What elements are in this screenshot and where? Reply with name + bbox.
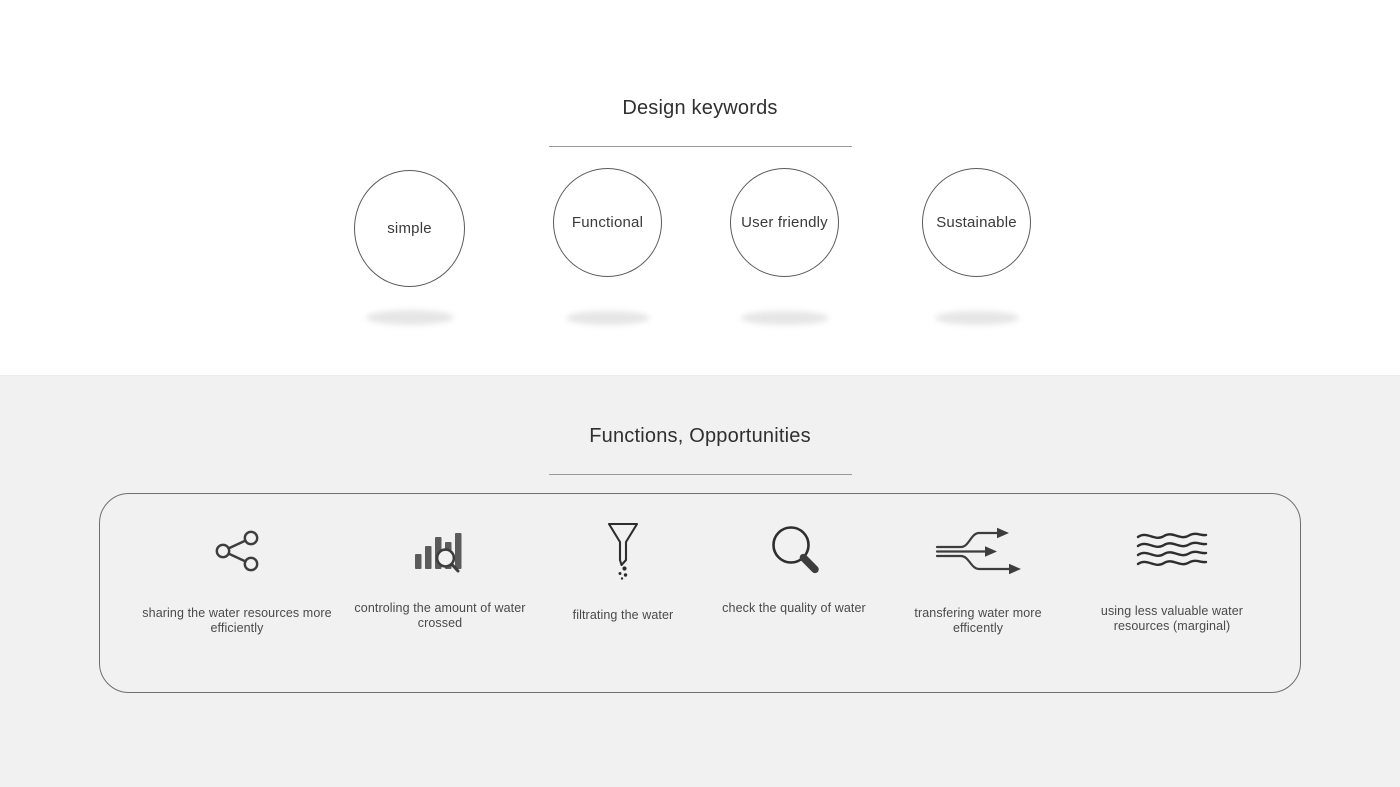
keyword-label: Functional <box>571 214 644 231</box>
keyword-circle-sustainable[interactable]: Sustainable <box>922 168 1031 325</box>
functions-divider <box>549 474 852 475</box>
circle-shadow <box>365 310 454 325</box>
functions-title: Functions, Opportunities <box>589 425 811 447</box>
design-keywords-circle-group: simple Functional User friendly Sustaina… <box>0 168 1400 330</box>
function-caption: controling the amount of water crossed <box>354 601 526 630</box>
functions-panel: sharing the water resources more efficie… <box>99 493 1301 693</box>
bar-chart-search-icon <box>413 518 467 584</box>
share-nodes-icon <box>213 518 261 584</box>
circle-outline: simple <box>354 170 465 287</box>
design-keywords-divider <box>549 146 852 147</box>
magnifier-icon <box>766 518 822 584</box>
function-item-transfering[interactable]: transfering water more efficently <box>890 518 1066 636</box>
function-item-controling[interactable]: controling the amount of water crossed <box>352 518 528 631</box>
functions-opportunities-section: Functions, Opportunities sharing the wat… <box>0 375 1400 787</box>
function-caption: filtrating the water <box>572 608 674 622</box>
presentation-slide: Design keywords simple Functional User f… <box>0 0 1400 787</box>
keyword-circle-user-friendly[interactable]: User friendly <box>730 168 839 325</box>
function-caption: sharing the water resources more efficie… <box>142 606 332 635</box>
keyword-circle-functional[interactable]: Functional <box>553 168 662 325</box>
waves-icon <box>1135 518 1209 584</box>
flow-arrows-icon <box>935 518 1021 584</box>
circle-shadow <box>565 311 650 325</box>
function-caption: transfering water more efficently <box>914 606 1042 635</box>
keyword-label: simple <box>387 220 432 237</box>
keyword-label: User friendly <box>741 214 828 231</box>
function-caption: check the quality of water <box>722 601 866 615</box>
funnel-drip-icon <box>603 518 643 584</box>
circle-outline: Functional <box>553 168 662 277</box>
keyword-circle-simple[interactable]: simple <box>354 170 465 325</box>
circle-shadow <box>934 311 1019 325</box>
circle-shadow <box>740 311 829 325</box>
design-keywords-title: Design keywords <box>622 97 778 119</box>
design-keywords-section: Design keywords simple Functional User f… <box>0 0 1400 375</box>
function-item-check-quality[interactable]: check the quality of water <box>718 518 870 616</box>
circle-outline: User friendly <box>730 168 839 277</box>
function-item-less-valuable[interactable]: using less valuable water resources (mar… <box>1086 518 1258 634</box>
function-caption: using less valuable water resources (mar… <box>1100 604 1244 633</box>
keyword-label: Sustainable <box>936 214 1017 231</box>
function-item-sharing[interactable]: sharing the water resources more efficie… <box>142 518 332 636</box>
function-item-filtrating[interactable]: filtrating the water <box>548 518 698 623</box>
circle-outline: Sustainable <box>922 168 1031 277</box>
